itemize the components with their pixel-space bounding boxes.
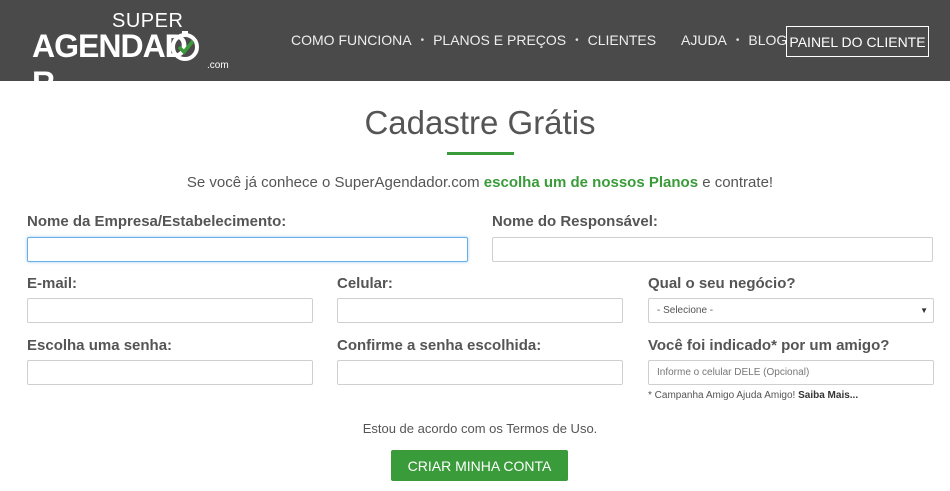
title-underline [447, 152, 514, 155]
logo-com-text: .com [207, 60, 229, 71]
email-label: E-mail: [27, 275, 78, 292]
responsible-name-input[interactable] [492, 237, 933, 262]
main-nav: COMO FUNCIONA • PLANOS E PREÇOS • CLIENT… [291, 32, 656, 48]
business-type-selected: - Selecione - [657, 305, 714, 316]
create-account-button[interactable]: CRIAR MINHA CONTA [391, 450, 568, 481]
nav-separator: • [575, 34, 579, 46]
nav-ajuda[interactable]: AJUDA [681, 32, 727, 48]
saiba-mais-link[interactable]: Saiba Mais... [798, 390, 858, 401]
referral-campaign-note: * Campanha Amigo Ajuda Amigo! Saiba Mais… [648, 390, 858, 401]
logo-tail-part: R [32, 65, 55, 101]
company-name-label: Nome da Empresa/Estabelecimento: [27, 213, 287, 230]
nav-clientes[interactable]: CLIENTES [588, 32, 656, 48]
password-input[interactable] [27, 360, 313, 385]
nav-separator: • [420, 34, 425, 46]
page-title: Cadastre Grátis [364, 104, 596, 141]
terms-of-use-text[interactable]: Estou de acordo com os Termos de Uso. [0, 421, 950, 436]
referral-label: Você foi indicado* por um amigo? [648, 337, 890, 354]
phone-label: Celular: [337, 275, 393, 292]
client-panel-button[interactable]: PAINEL DO CLIENTE [786, 26, 929, 57]
logo-main-part: AGENDAD [32, 28, 188, 64]
password-label: Escolha uma senha: [27, 337, 173, 354]
superagendador-logo[interactable]: SUPER AGENDADR .com [32, 10, 232, 101]
referral-phone-input[interactable]: Informe o celular DELE (Opcional) [648, 360, 934, 385]
nav-planos-e-precos[interactable]: PLANOS E PREÇOS [433, 32, 566, 48]
company-name-input[interactable] [27, 237, 468, 262]
confirm-password-input[interactable] [337, 360, 623, 385]
nav-separator: • [735, 34, 740, 46]
note-prefix: * Campanha Amigo Ajuda Amigo! [648, 390, 799, 401]
nav-blog[interactable]: BLOG [748, 32, 787, 48]
confirm-password-label: Confirme a senha escolhida: [337, 337, 542, 354]
subtitle-suffix: e contrate! [698, 174, 774, 191]
top-navigation-bar: SUPER AGENDADR .com COMO FUNCIONA • PLAN… [0, 0, 950, 101]
nav-como-funciona[interactable]: COMO FUNCIONA [291, 32, 412, 48]
clock-icon [171, 31, 199, 61]
page-subtitle: Se você já conhece o SuperAgendador.com … [0, 174, 950, 191]
logo-main-text: AGENDADR [32, 28, 232, 102]
email-input[interactable] [27, 298, 313, 323]
phone-input[interactable] [337, 298, 623, 323]
plans-link[interactable]: escolha um de nossos Planos [484, 174, 698, 191]
subtitle-prefix: Se você já conhece o SuperAgendador.com [186, 174, 484, 191]
responsible-name-label: Nome do Responsável: [492, 213, 658, 230]
dropdown-arrow-icon: ▼ [920, 306, 928, 315]
business-type-label: Qual o seu negócio? [648, 275, 796, 292]
business-type-select[interactable]: - Selecione - ▼ [648, 298, 934, 323]
secondary-nav: AJUDA • BLOG [681, 32, 787, 48]
